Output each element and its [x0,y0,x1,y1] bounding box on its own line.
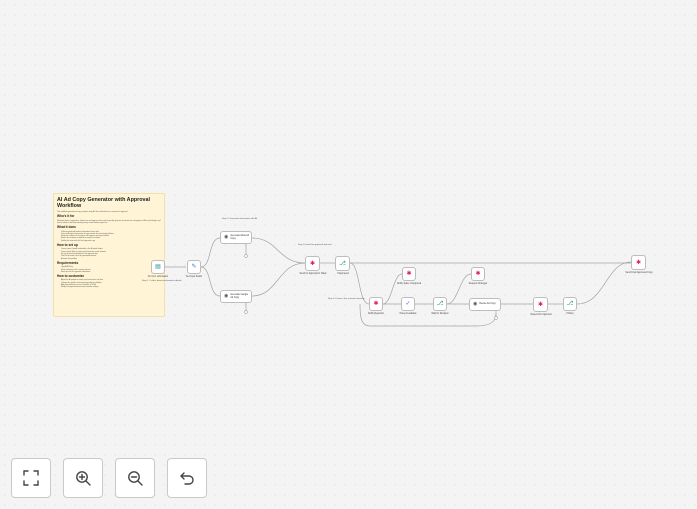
code-icon: ✓ [405,301,411,307]
note-req-item: Email account for approval notifications [61,271,161,273]
ai-agent-icon: ◉ [224,234,229,240]
note-setup-item: Activate the workflow [61,258,161,260]
node-if-approved[interactable]: ⎇ [335,256,350,271]
canvas-toolbar [11,458,207,498]
connection [200,237,221,268]
slack-icon: ✱ [406,271,412,277]
node-merge[interactable]: ✱ [305,256,320,271]
if-icon: ⎇ [436,301,444,307]
fit-view-button[interactable] [11,458,51,498]
node-label: On form submission [147,276,169,278]
node-title: Generate Google Ad Copy [230,293,248,299]
reset-view-button[interactable] [167,458,207,498]
if-icon: ⎇ [566,301,574,307]
connection-handle [494,316,498,320]
node-label: Parse Feedback [399,313,417,315]
connection [251,237,306,264]
note-req-list: OpenAI API key Slack workspace with a re… [57,266,161,273]
sticky-note-description[interactable]: AI Ad Copy Generator with Approval Workf… [53,193,165,317]
node-label: Send Final Approved Copy [625,272,653,274]
edit-fields-icon: ✎ [191,264,197,270]
ai-agent-icon: ◉ [473,301,478,307]
note-heading-whos-for: Who's it for [57,214,75,219]
sticky-step-1[interactable]: Step 1: Collect brand and product detail… [142,280,182,283]
sticky-step-3[interactable]: Step 3: Send for approval and wait [298,244,332,247]
undo-icon [180,472,194,485]
if-icon: ⎇ [339,260,346,267]
connection [251,262,306,297]
node-label: Request Changes [468,283,488,285]
slack-icon: ✱ [373,301,379,307]
node-label: Resend for Approval [530,314,552,316]
note-whos-for-text: Marketing teams, copywriters, freelancer… [57,219,161,224]
connection [576,261,632,305]
note-title: AI Ad Copy Generator with Approval Workf… [57,197,151,210]
note-setup-list: Connect your OpenAI credentials in the A… [57,248,161,259]
zoom-in-button[interactable] [63,458,103,498]
slack-icon: ✱ [309,260,316,267]
note-intro: This workflow generates ad copy variants… [57,210,128,213]
connection [200,266,221,297]
node-slack-final[interactable]: ✱ [631,255,646,270]
node-label: Notify Rejection [367,313,385,315]
node-slack-notify[interactable]: ✱ [402,267,416,281]
node-label: If Approved [337,273,349,275]
node-label: Wait for Revision [431,313,449,315]
node-slack-rejected[interactable]: ✱ [369,297,383,311]
node-meta-agent[interactable]: ◉ Generate Meta Ad Copy [220,231,252,244]
node-label: Send for Approval in Slack [299,273,327,275]
sticky-step-4[interactable]: Step 4: Process the reviewer decision [328,298,365,301]
node-wait[interactable]: ⎇ [433,297,447,311]
node-set-input[interactable]: ✎ [187,260,201,274]
node-label: Set Input Fields [186,276,202,278]
slack-icon: ✱ [635,259,642,266]
zoom-in-icon [76,471,91,486]
node-label: If Retry [566,313,574,315]
zoom-out-button[interactable] [115,458,155,498]
form-trigger-icon: ▤ [155,264,161,270]
node-if-retry[interactable]: ⎇ [563,297,577,311]
note-what-item: Notifies the team with the final approve… [61,240,161,242]
node-revise-agent[interactable]: ◉ Revise Ad Copy [469,298,501,311]
node-title: Generate Meta Ad Copy [230,234,250,240]
node-code-parse[interactable]: ✓ [401,297,415,311]
note-heading-what: What it does [57,225,76,230]
ai-agent-icon: ◉ [224,293,229,299]
connection [382,273,403,305]
zoom-out-icon [128,471,143,486]
slack-icon: ✱ [475,271,481,277]
node-slack-resend[interactable]: ✱ [533,297,548,312]
note-what-list: Collects brand and product information f… [57,231,161,242]
connection [446,273,472,305]
connection-handle [244,254,248,258]
node-title: Revise Ad Copy [479,303,496,306]
node-label: Notify Team of Approval [396,283,422,285]
slack-icon: ✱ [537,301,544,308]
sticky-step-2[interactable]: Step 2: Generate ad variants with AI [222,218,257,221]
node-slack-request[interactable]: ✱ [471,267,485,281]
node-google-agent[interactable]: ◉ Generate Google Ad Copy [220,290,252,303]
note-customize-item: Modify the approval timeout and reminder… [61,286,161,288]
connection-handle [244,310,248,314]
node-form-trigger[interactable]: ▤ [151,260,165,274]
fit-view-icon [23,470,39,486]
